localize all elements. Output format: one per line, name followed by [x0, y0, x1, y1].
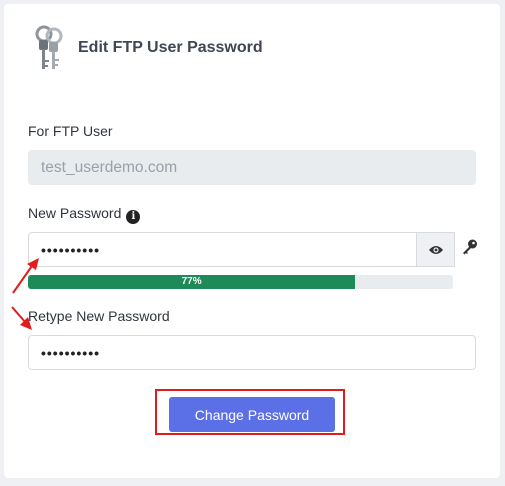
show-password-button[interactable]	[416, 232, 455, 267]
ftp-user-field: test_userdemo.com	[28, 150, 476, 185]
card-header: Edit FTP User Password	[30, 24, 263, 72]
retype-password-value: ••••••••••	[41, 344, 101, 361]
new-password-input[interactable]: ••••••••••	[28, 232, 455, 267]
strength-fill: 77%	[28, 275, 356, 289]
new-password-value: ••••••••••	[41, 241, 101, 258]
annotation-arrow-retype-password	[11, 306, 32, 330]
annotation-arrow-new-password	[12, 258, 39, 294]
keys-icon	[35, 25, 63, 69]
key-icon[interactable]	[461, 238, 479, 256]
password-strength-meter: 77%	[28, 275, 453, 289]
info-icon[interactable]: i	[126, 210, 141, 224]
ftp-user-label: For FTP User	[28, 123, 113, 139]
highlight-box: Change Password	[155, 389, 345, 435]
page-title: Edit FTP User Password	[78, 39, 263, 56]
ftp-user-value: test_userdemo.com	[41, 158, 178, 176]
new-password-label: New Password	[28, 205, 122, 221]
new-password-label-row: New Password i	[28, 205, 141, 224]
change-password-button[interactable]: Change Password	[169, 397, 335, 432]
retype-password-label: Retype New Password	[28, 308, 170, 324]
retype-password-input[interactable]: ••••••••••	[28, 335, 476, 370]
eye-icon	[428, 245, 443, 254]
